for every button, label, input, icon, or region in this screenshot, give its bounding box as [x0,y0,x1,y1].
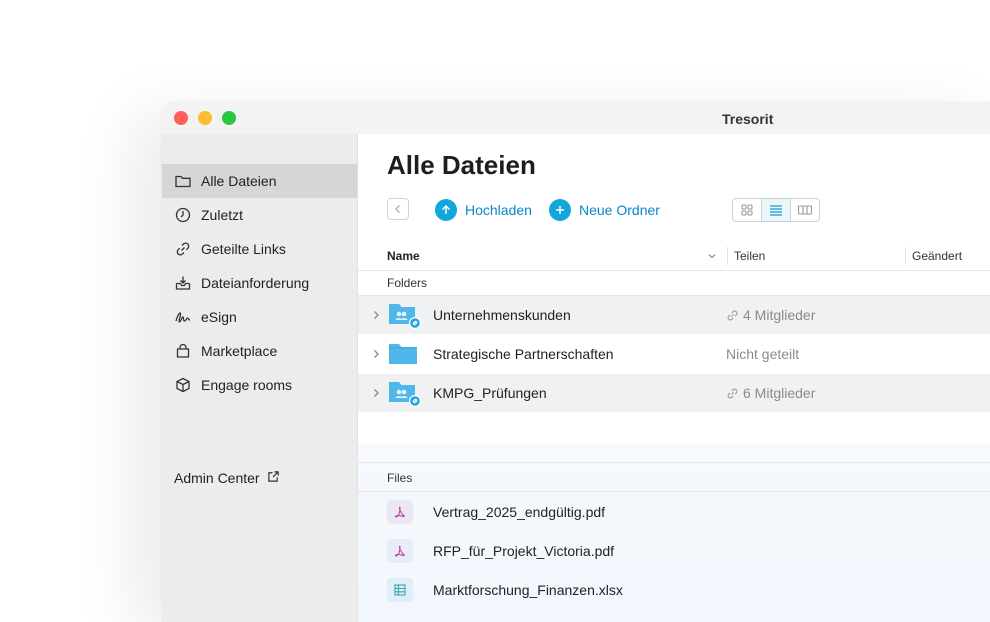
shared-folder-icon [389,382,421,407]
share-status-text: Nicht geteilt [726,346,800,362]
upload-label: Hochladen [465,202,532,218]
chevron-right-icon[interactable] [371,388,381,398]
chevron-down-icon[interactable] [706,250,718,262]
files-section-label: Files [387,471,413,485]
folders-section-label: Folders [387,276,428,290]
main-panel: Alle Dateien Hochladen Neue Ordner Name … [358,134,990,622]
column-header-changed[interactable]: Geändert [912,249,962,263]
pdf-file-icon [387,539,413,563]
plus-icon [549,199,571,221]
share-status: 6 Mitglieder [726,385,815,401]
folder-row[interactable]: Unternehmenskunden 4 Mitglieder [358,296,990,334]
upload-button[interactable]: Hochladen [435,198,532,222]
grid-icon [741,204,753,216]
share-status-text: 4 Mitglieder [743,307,816,323]
external-link-icon [260,470,280,486]
folder-icon [389,344,417,364]
file-name: Vertrag_2025_endgültig.pdf [433,504,606,520]
link-icon [727,310,738,320]
sidebar-item-esign[interactable]: eSign [162,300,357,334]
chevron-left-icon [395,205,400,213]
link-icon [174,240,192,258]
view-toggle [732,198,820,222]
close-window-button[interactable] [174,111,188,125]
title-bar: Tresorit [162,102,990,135]
divider [358,462,990,463]
spreadsheet-file-icon [387,578,413,602]
clock-icon [174,206,192,224]
file-row[interactable]: RFP_für_Projekt_Victoria.pdf [358,532,990,570]
sidebar-item-geteilte-links[interactable]: Geteilte Links [162,232,357,266]
divider [358,491,990,492]
column-header-share[interactable]: Teilen [734,249,765,263]
folder-row[interactable]: KMPG_Prüfungen 6 Mitglieder [358,374,990,412]
folder-icon [174,172,192,190]
page-title: Alle Dateien [387,150,536,180]
sidebar-item-zuletzt[interactable]: Zuletzt [162,198,357,232]
sidebar-item-dateianforderung[interactable]: Dateianforderung [162,266,357,300]
sidebar-item-label: Alle Dateien [201,173,277,189]
cube-icon [174,376,192,394]
folder-row[interactable]: Strategische Partnerschaften Nicht getei… [358,335,990,373]
new-folder-label: Neue Ordner [579,202,660,218]
sidebar-item-label: Engage rooms [201,377,293,393]
sidebar-item-alle-dateien[interactable]: Alle Dateien [162,164,357,198]
inbox-download-icon [174,274,192,292]
sidebar-item-label: eSign [201,309,237,325]
column-view-button[interactable] [791,199,819,221]
new-folder-button[interactable]: Neue Ordner [549,198,660,222]
app-title: Tresorit [722,111,774,127]
chevron-right-icon[interactable] [371,310,381,320]
share-status: 4 Mitglieder [726,307,815,323]
column-header-name[interactable]: Name [387,249,420,263]
column-header-row: Name Teilen Geändert [358,244,990,271]
folder-name: Unternehmenskunden [433,307,571,323]
file-row[interactable]: Marktforschung_Finanzen.xlsx [358,571,990,609]
column-divider [727,247,728,265]
sidebar-item-marketplace[interactable]: Marketplace [162,334,357,368]
column-divider [905,247,906,265]
signature-icon [174,308,192,326]
upload-icon [435,199,457,221]
file-name: Marktforschung_Finanzen.xlsx [433,582,623,598]
folder-name: KMPG_Prüfungen [433,385,547,401]
link-icon [727,388,738,398]
sidebar-item-label: Marketplace [201,343,278,359]
columns-icon [797,205,813,215]
share-status-text: 6 Mitglieder [743,385,816,401]
chevron-right-icon[interactable] [371,349,381,359]
sidebar-item-label: Dateianforderung [201,275,310,291]
admin-center-link[interactable]: Admin Center [174,470,280,486]
sidebar-item-label: Zuletzt [201,207,244,223]
minimize-window-button[interactable] [198,111,212,125]
shopping-bag-icon [174,342,192,360]
list-view-button[interactable] [762,199,791,221]
file-name: RFP_für_Projekt_Victoria.pdf [433,543,615,559]
shared-folder-icon [389,304,421,329]
app-window: Tresorit Alle Dateien Zuletzt Geteilte L… [162,102,990,622]
file-row[interactable]: Vertrag_2025_endgültig.pdf [358,493,990,531]
share-status: Nicht geteilt [726,346,799,362]
sidebar-item-engage-rooms[interactable]: Engage rooms [162,368,357,402]
grid-view-button[interactable] [733,199,762,221]
sidebar-item-label: Geteilte Links [201,241,286,257]
back-button[interactable] [387,198,409,220]
pdf-file-icon [387,500,413,524]
sidebar: Alle Dateien Zuletzt Geteilte Links Date… [162,134,358,622]
admin-center-label: Admin Center [174,470,260,486]
maximize-window-button[interactable] [222,111,236,125]
list-icon [770,205,782,216]
folder-name: Strategische Partnerschaften [433,346,614,362]
